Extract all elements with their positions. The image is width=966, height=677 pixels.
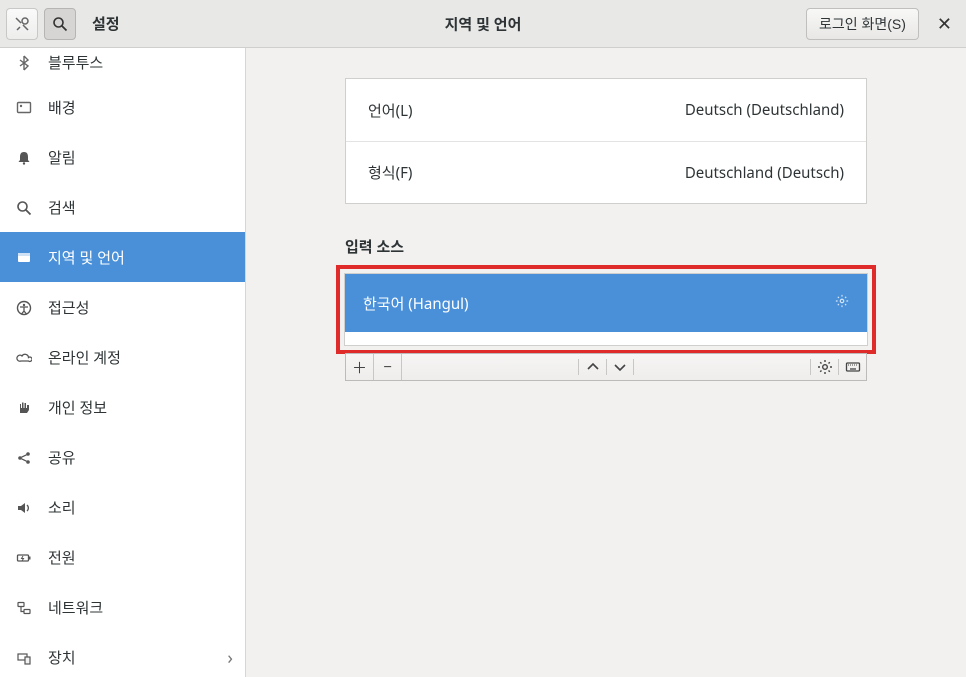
sidebar-item-label: 배경 (48, 97, 76, 118)
chevron-right-icon: › (227, 646, 233, 670)
show-keyboard-layout-button[interactable] (838, 359, 866, 375)
move-up-button[interactable] (578, 359, 606, 375)
bell-icon (14, 150, 34, 166)
cloud-icon (14, 350, 34, 366)
page-title: 지역 및 언어 (445, 13, 522, 34)
background-icon (14, 100, 34, 116)
remove-input-source-button[interactable]: − (374, 354, 402, 380)
sidebar-item-network[interactable]: 네트워크 (0, 582, 245, 632)
sidebar-item-label: 장치 (48, 647, 76, 668)
sidebar-item-label: 온라인 계정 (48, 347, 121, 368)
sidebar-item-label: 지역 및 언어 (48, 247, 125, 268)
sidebar-item-label: 알림 (48, 147, 76, 168)
sidebar-item-device[interactable]: 장치 › (0, 632, 245, 677)
login-screen-button[interactable]: 로그인 화면(S) (806, 8, 919, 40)
input-source-settings-button[interactable] (810, 359, 838, 375)
input-sources-toolbar: ＋ − (345, 353, 867, 381)
add-input-source-button[interactable]: ＋ (346, 354, 374, 380)
input-source-settings-icon[interactable] (835, 294, 849, 312)
input-sources-list: 한국어 (Hangul) (344, 273, 868, 332)
move-down-button[interactable] (606, 359, 634, 375)
sidebar-item-label: 검색 (48, 197, 76, 218)
tools-icon-button[interactable] (6, 8, 38, 40)
sidebar-item-background[interactable]: 배경 (0, 82, 245, 132)
region-icon (14, 250, 34, 266)
share-icon (14, 450, 34, 466)
sidebar-item-label: 블루투스 (48, 52, 103, 73)
bluetooth-icon (14, 55, 34, 71)
device-icon (14, 650, 34, 666)
app-title: 설정 (92, 13, 120, 34)
sidebar-item-label: 전원 (48, 547, 76, 568)
search-icon (14, 200, 34, 216)
sidebar-item-bluetooth[interactable]: 블루투스 (0, 48, 245, 82)
sidebar-item-label: 공유 (48, 447, 76, 468)
sidebar-item-privacy[interactable]: 개인 정보 (0, 382, 245, 432)
header-bar: 설정 지역 및 언어 로그인 화면(S) ✕ (0, 0, 966, 48)
sidebar-item-region[interactable]: 지역 및 언어 (0, 232, 245, 282)
input-sources-highlight: 한국어 (Hangul) (336, 265, 876, 354)
format-row[interactable]: 형식(F) Deutschland (Deutsch) (346, 141, 866, 203)
sidebar-item-label: 접근성 (48, 297, 89, 318)
sidebar-item-label: 네트워크 (48, 597, 103, 618)
language-format-card: 언어(L) Deutsch (Deutschland) 형식(F) Deutsc… (345, 78, 867, 204)
sidebar-item-share[interactable]: 공유 (0, 432, 245, 482)
sidebar-item-a11y[interactable]: 접근성 (0, 282, 245, 332)
input-sources-label: 입력 소스 (345, 236, 867, 257)
input-sources-list-padding (344, 332, 868, 346)
sidebar-item-search[interactable]: 검색 (0, 182, 245, 232)
format-label: 형식(F) (368, 162, 412, 183)
sidebar-item-online[interactable]: 온라인 계정 (0, 332, 245, 382)
sidebar-item-sound[interactable]: 소리 (0, 482, 245, 532)
input-source-item[interactable]: 한국어 (Hangul) (345, 274, 867, 332)
format-value: Deutschland (Deutsch) (685, 163, 844, 183)
sidebar-item-notifications[interactable]: 알림 (0, 132, 245, 182)
a11y-icon (14, 300, 34, 316)
sidebar: 블루투스 배경 알림 검색 지역 및 언어 (0, 48, 246, 677)
input-source-name: 한국어 (Hangul) (363, 293, 468, 314)
language-value: Deutsch (Deutschland) (685, 100, 844, 120)
content-area: 언어(L) Deutsch (Deutschland) 형식(F) Deutsc… (246, 48, 966, 677)
close-button[interactable]: ✕ (929, 12, 960, 36)
sidebar-item-label: 소리 (48, 497, 76, 518)
sound-icon (14, 500, 34, 516)
search-toggle-button[interactable] (44, 8, 76, 40)
battery-icon (14, 550, 34, 566)
language-label: 언어(L) (368, 100, 412, 121)
language-row[interactable]: 언어(L) Deutsch (Deutschland) (346, 79, 866, 141)
hand-icon (14, 400, 34, 416)
sidebar-item-label: 개인 정보 (48, 397, 107, 418)
network-icon (14, 600, 34, 616)
sidebar-item-power[interactable]: 전원 (0, 532, 245, 582)
